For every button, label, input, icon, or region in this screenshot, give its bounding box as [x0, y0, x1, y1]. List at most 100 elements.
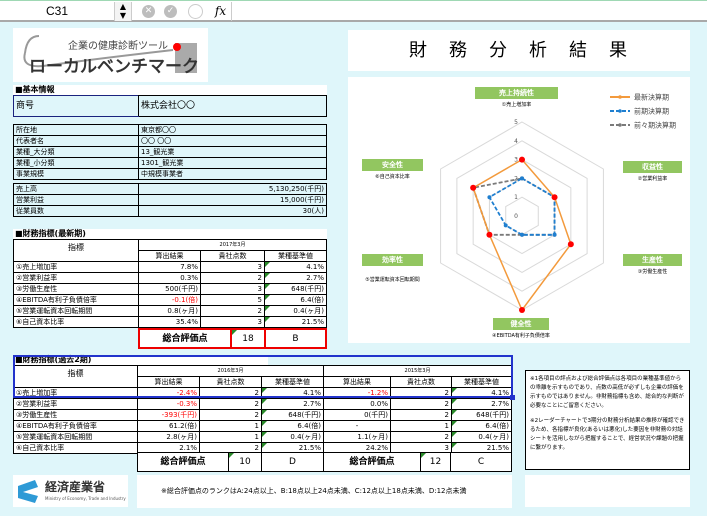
table-row: ①売上増加率 7.8% 3 4.1%: [13, 261, 327, 273]
benchmark-value[interactable]: 2.7%: [260, 398, 325, 410]
latest-total-score: 総合評価点 18 B: [138, 328, 327, 349]
score-value[interactable]: 3: [200, 316, 265, 328]
result-value[interactable]: 0.8(ヶ月): [138, 305, 201, 317]
col-result: 算出結果: [138, 250, 201, 262]
tick-label: 1: [514, 194, 518, 201]
benchmark-value[interactable]: 4.1%: [264, 261, 327, 273]
name-box-stepper-icon[interactable]: ▲ ▼: [115, 2, 132, 21]
result-value[interactable]: 1.1(ヶ月): [323, 431, 392, 443]
confirm-icon[interactable]: ✓: [164, 5, 177, 18]
result-value[interactable]: -393(千円): [137, 409, 200, 421]
formula-input[interactable]: [232, 2, 707, 21]
formula-bar: C31 ▲ ▼ ✕ ✓ fx: [0, 0, 707, 22]
grid-ring: [488, 177, 556, 255]
axis-label: 安全性: [362, 159, 423, 171]
cancel-icon[interactable]: ✕: [142, 5, 155, 18]
score-value[interactable]: 1: [390, 420, 453, 432]
table-row: ⑤営業運転資本回転期間 0.8(ヶ月) 2 0.4(ヶ月): [13, 305, 327, 317]
result-value[interactable]: 500(千円): [138, 283, 201, 295]
score-value[interactable]: 2: [200, 272, 265, 284]
benchmark-value[interactable]: 648(千円): [260, 409, 325, 421]
company-value[interactable]: 株式会社〇〇: [138, 95, 327, 117]
result-value[interactable]: 0(千円): [323, 409, 392, 421]
score-value[interactable]: 2: [199, 409, 262, 421]
benchmark-value[interactable]: 2.7%: [451, 398, 512, 410]
tick-label: 4: [514, 138, 518, 145]
data-point: [487, 195, 492, 200]
benchmark-value[interactable]: 2.7%: [264, 272, 327, 284]
table-row: ②営業利益率 0.3% 2 2.7%: [13, 272, 327, 284]
score-value[interactable]: 2: [390, 398, 453, 410]
result-value[interactable]: 35.4%: [138, 316, 201, 328]
legend-marker: [618, 109, 622, 113]
row-value[interactable]: 〇〇 〇〇: [138, 135, 327, 147]
total-score-2016[interactable]: 10: [228, 452, 262, 472]
row-value[interactable]: 1301_観光業: [138, 157, 327, 169]
benchmark-value[interactable]: 6.4(倍): [264, 294, 327, 306]
data-point: [567, 241, 574, 248]
name-box[interactable]: C31: [0, 2, 115, 21]
data-point: [520, 176, 524, 181]
score-value[interactable]: 1: [199, 431, 262, 443]
cell-selection[interactable]: [13, 355, 513, 398]
row-value[interactable]: 5,130,250(千円): [138, 183, 327, 195]
row-value[interactable]: 東京都〇〇: [138, 124, 327, 136]
score-value[interactable]: 3: [200, 261, 265, 273]
row-label: 売上高: [13, 183, 139, 195]
row-value[interactable]: 15,000(千円): [138, 194, 327, 206]
table-row: 営業利益 15,000(千円): [13, 194, 327, 206]
row-value[interactable]: 13_観光業: [138, 146, 327, 158]
score-value[interactable]: 2: [390, 431, 453, 443]
data-point: [470, 184, 477, 191]
result-value[interactable]: 0.0%: [323, 398, 392, 410]
row-value[interactable]: 中規模事業者: [138, 168, 327, 180]
score-value[interactable]: 1: [199, 420, 262, 432]
axis-sublabel: ⑥自己資本比率: [375, 174, 410, 180]
score-value[interactable]: 2: [199, 398, 262, 410]
meti-logo: 経済産業省 Ministry of Economy, Trade and Ind…: [13, 475, 128, 507]
benchmark-value[interactable]: 648(千円): [451, 409, 512, 421]
benchmark-value[interactable]: 21.5%: [264, 316, 327, 328]
total-score[interactable]: 18: [230, 328, 266, 349]
benchmark-value[interactable]: 6.4(倍): [451, 420, 512, 432]
result-value[interactable]: -0.3%: [137, 398, 200, 410]
result-value[interactable]: 7.8%: [138, 261, 201, 273]
benchmark-value[interactable]: 6.4(倍): [260, 420, 325, 432]
benchmark-value[interactable]: 0.4(ヶ月): [260, 431, 325, 443]
result-value[interactable]: 2.8(ヶ月): [137, 431, 200, 443]
total-rank[interactable]: B: [264, 328, 327, 349]
score-value[interactable]: 2: [200, 305, 265, 317]
total-score-2015[interactable]: 12: [420, 452, 451, 472]
benchmark-value[interactable]: 0.4(ヶ月): [264, 305, 327, 317]
past-total-scores: 総合評価点 10 D 総合評価点 12 C: [137, 452, 512, 472]
total-rank-2015[interactable]: C: [450, 452, 512, 472]
row-label: 業種_小分類: [13, 157, 139, 169]
score-value[interactable]: 5: [200, 294, 265, 306]
rank-footnote: ※総合評価点のランクはA:24点以上、B:18点以上24点未満、C:12点以上1…: [137, 475, 512, 508]
fx-icon[interactable]: fx: [210, 2, 232, 21]
result-value[interactable]: -0.1(倍): [138, 294, 201, 306]
function-wizard-icon[interactable]: [188, 4, 203, 19]
col-score: 貴社点数: [200, 250, 265, 262]
indicator-header: 指標: [13, 239, 139, 262]
axis-sublabel: ④EBITDA有利子負債倍率: [492, 333, 550, 339]
benchmark-value[interactable]: 648(千円): [264, 283, 327, 295]
benchmark-value[interactable]: 0.4(ヶ月): [451, 431, 512, 443]
basic-info-table: 所在地 東京都〇〇 代表者名 〇〇 〇〇 業種_大分類 13_観光業 業種_小分類 1301_…: [13, 124, 327, 180]
score-value[interactable]: 2: [390, 409, 453, 421]
row-value[interactable]: 30(人): [138, 205, 327, 217]
result-value[interactable]: 61.2(倍): [137, 420, 200, 432]
table-row: ④EBITDA有利子負債倍率 -0.1(倍) 5 6.4(倍): [13, 294, 327, 306]
table-row: ③労働生産性 500(千円) 3 648(千円): [13, 283, 327, 295]
total-rank-2016[interactable]: D: [261, 452, 324, 472]
result-value[interactable]: 0.3%: [138, 272, 201, 284]
logo-subtitle: 企業の健康診断ツール: [68, 41, 168, 52]
table-row: ②営業利益率 -0.3% 2 2.7% 0.0% 2 2.7%: [13, 398, 512, 410]
data-point: [519, 156, 525, 163]
result-value[interactable]: -: [323, 420, 392, 432]
fill-handle[interactable]: [510, 395, 515, 400]
row-label: 従業員数: [13, 205, 139, 217]
axis-label: 効率性: [362, 254, 423, 266]
score-value[interactable]: 3: [200, 283, 265, 295]
axis-sublabel: ②営業利益率: [637, 176, 668, 182]
